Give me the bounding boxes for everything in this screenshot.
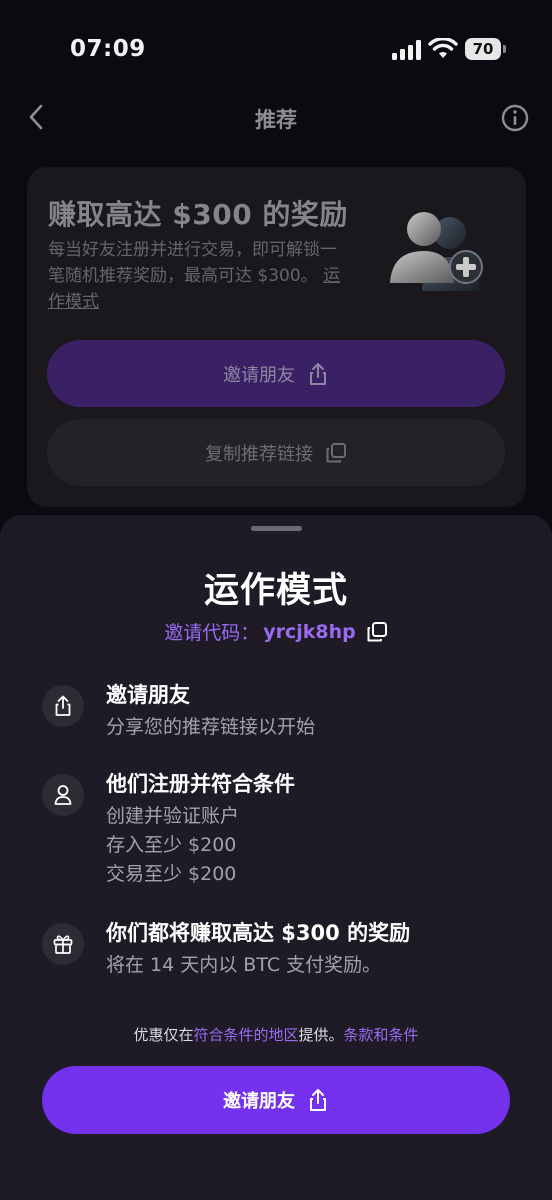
add-friend-illustration-icon [390,212,483,291]
referral-promo-card: 赚取高达 $300 的奖励 每当好友注册并进行交易，即可解锁一 笔随机推荐奖励，… [27,167,526,507]
how-it-works-link-part2[interactable]: 作模式 [48,292,99,312]
step-icon-wrap [42,685,84,727]
step-line: 将在 14 天内以 BTC 支付奖励。 [106,954,382,976]
user-icon [54,785,72,805]
invite-friends-button-bg[interactable]: 邀请朋友 [47,340,505,407]
step-line: 分享您的推荐链接以开始 [106,716,316,738]
info-icon[interactable] [500,103,530,133]
gift-icon [53,935,73,954]
page-title: 推荐 [255,108,297,132]
promo-desc-line1: 每当好友注册并进行交易，即可解锁一 [48,240,337,260]
status-time: 07:09 [70,36,146,62]
copy-referral-link-button[interactable]: 复制推荐链接 [47,419,505,486]
invite-code-row[interactable]: 邀请代码： yrcjk8hp [0,618,552,645]
eligible-regions-link[interactable]: 符合条件的地区 [193,1026,298,1044]
sheet-grabber[interactable] [251,526,302,531]
cellular-signal-icon [392,40,421,60]
step-title: 你们都将赚取高达 $300 的奖励 [106,921,411,945]
step-title: 他们注册并符合条件 [106,772,295,796]
invite-code-label: 邀请代码： [164,622,260,644]
copy-referral-link-label: 复制推荐链接 [205,443,313,465]
share-icon [310,362,326,385]
promo-title: 赚取高达 $300 的奖励 [48,198,348,231]
invite-friends-label: 邀请朋友 [223,364,295,386]
battery-cap [503,45,506,53]
copy-code-icon[interactable] [366,621,388,643]
nav-bar: 推荐 [0,92,552,144]
eligibility-note: 优惠仅在符合条件的地区提供。条款和条件 [0,1024,552,1045]
sheet-title: 运作模式 [203,571,348,611]
step-line: 创建并验证账户 [106,805,240,827]
promo-desc-line2: 笔随机推荐奖励，最高可达 $300。 [48,266,318,286]
step-description: 将在 14 天内以 BTC 支付奖励。 [106,951,381,980]
copy-icon [326,442,346,462]
step-icon-wrap [42,774,84,816]
how-it-works-link-part1[interactable]: 运 [323,266,340,286]
step-line: 交易至少 $200 [106,863,237,885]
step-icon-wrap [42,923,84,965]
battery-indicator: 70 [465,38,507,60]
share-icon [310,1089,326,1111]
wifi-icon [428,38,458,58]
step-description: 创建并验证账户 存入至少 $200 交易至少 $200 [106,802,239,889]
how-it-works-sheet: 运作模式 邀请代码： yrcjk8hp 邀请朋友 分享您的推荐链接以开始 他们注… [0,515,552,1200]
terms-link[interactable]: 条款和条件 [344,1026,419,1044]
note-mid: 提供。 [298,1026,344,1044]
share-icon [55,695,71,716]
promo-description: 每当好友注册并进行交易，即可解锁一 笔随机推荐奖励，最高可达 $300。 运 作… [48,237,368,315]
step-line: 存入至少 $200 [106,834,237,856]
step-title: 邀请朋友 [106,683,190,707]
invite-code-value: yrcjk8hp [263,620,356,643]
note-prefix: 优惠仅在 [133,1026,194,1044]
step-description: 分享您的推荐链接以开始 [106,713,315,742]
status-bar: 07:09 70 [0,0,552,100]
battery-level: 70 [465,38,501,60]
invite-friends-button-label: 邀请朋友 [223,1091,295,1112]
invite-friends-button[interactable]: 邀请朋友 [42,1066,510,1134]
